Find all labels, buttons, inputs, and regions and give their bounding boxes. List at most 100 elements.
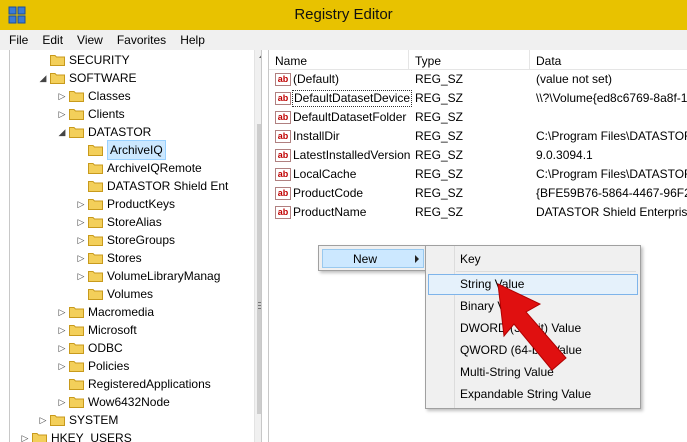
registry-tree[interactable]: ▷ HKEY_USERS ▷ SYSTEM ▷ Wow6432Node Registered… <box>9 50 262 442</box>
submenu-item[interactable]: Expandable String Value <box>428 384 638 405</box>
collapse-arrow-icon[interactable]: ◢ <box>38 69 48 87</box>
value-name: LatestInstalledVersion <box>293 148 411 162</box>
expand-arrow-icon[interactable]: ▷ <box>57 303 67 321</box>
tree-item-label: Classes <box>88 89 131 103</box>
tree-item-label: Microsoft <box>88 323 137 337</box>
tree-item-label: SOFTWARE <box>69 71 137 85</box>
expand-arrow-icon[interactable]: ▷ <box>57 357 67 375</box>
tree-item-label: DATASTOR <box>88 125 152 139</box>
list-row[interactable]: ab DefaultDatasetFolder REG_SZ <box>269 108 687 127</box>
collapse-arrow-icon[interactable]: ◢ <box>57 123 67 141</box>
expand-arrow-icon[interactable]: ▷ <box>76 267 86 285</box>
value-data: 9.0.3094.1 <box>536 148 593 162</box>
folder-icon <box>88 253 103 264</box>
menu-favorites[interactable]: Favorites <box>117 33 166 47</box>
expand-arrow-icon[interactable]: ▷ <box>38 411 48 429</box>
expand-arrow-icon[interactable]: ▷ <box>57 393 67 411</box>
folder-icon <box>69 325 84 336</box>
column-type[interactable]: Type <box>409 50 530 70</box>
context-menu-new[interactable]: New <box>322 249 424 268</box>
folder-icon <box>50 73 65 84</box>
expand-arrow-icon[interactable]: ▷ <box>76 195 86 213</box>
folder-icon <box>32 433 47 442</box>
tree-item-label: StoreGroups <box>107 233 176 247</box>
value-name: DefaultDatasetDevice <box>292 90 413 107</box>
string-value-icon: ab <box>275 130 291 143</box>
scroll-up-icon[interactable] <box>259 53 261 58</box>
folder-icon <box>88 145 103 156</box>
string-value-icon: ab <box>275 111 291 124</box>
folder-icon <box>69 91 84 102</box>
tree-item-label: Wow6432Node <box>88 395 170 409</box>
tree-item-label: Volumes <box>107 287 154 301</box>
list-row[interactable]: ab DefaultDatasetDevice REG_SZ \\?\Volume{e… <box>269 89 687 108</box>
tree-item-label: Macromedia <box>88 305 155 319</box>
column-data[interactable]: Data <box>530 50 687 70</box>
context-menu-new-label: New <box>353 252 378 266</box>
submenu-arrow-icon <box>415 255 419 263</box>
list-row[interactable]: ab ProductCode REG_SZ {BFE59B76-5864-4467-9… <box>269 184 687 203</box>
value-type: REG_SZ <box>415 110 464 124</box>
value-type: REG_SZ <box>415 72 464 86</box>
expand-arrow-icon[interactable]: ▷ <box>76 231 86 249</box>
string-value-icon: ab <box>275 187 291 200</box>
value-name: DefaultDatasetFolder <box>293 110 407 124</box>
folder-icon <box>50 55 65 66</box>
menu-view[interactable]: View <box>77 33 103 47</box>
folder-icon <box>69 127 84 138</box>
column-name[interactable]: Name <box>269 50 409 70</box>
value-type: REG_SZ <box>415 91 464 105</box>
tree-item-label: SECURITY <box>69 53 130 67</box>
value-name: (Default) <box>293 72 340 86</box>
expand-arrow-icon[interactable]: ▷ <box>20 429 30 442</box>
value-data: DATASTOR Shield Enterprise <box>536 205 687 219</box>
list-row[interactable]: ab InstallDir REG_SZ C:\Program Files\DATAS… <box>269 127 687 146</box>
submenu-item[interactable]: Key <box>428 249 638 270</box>
expand-arrow-icon[interactable]: ▷ <box>76 249 86 267</box>
value-type: REG_SZ <box>415 167 464 181</box>
submenu-item-label: Expandable String Value <box>460 387 592 401</box>
menu-edit[interactable]: Edit <box>42 33 63 47</box>
tree-item-label: Policies <box>88 359 130 373</box>
expand-arrow-icon[interactable]: ▷ <box>76 213 86 231</box>
value-name: ProductName <box>293 205 367 219</box>
tree-item-label: VolumeLibraryManag <box>107 269 221 283</box>
string-value-icon: ab <box>275 92 291 105</box>
string-value-icon: ab <box>275 206 291 219</box>
string-value-icon: ab <box>275 149 291 162</box>
folder-icon <box>88 181 103 192</box>
tree-item-label: ArchiveIQ <box>107 140 166 160</box>
list-row[interactable]: ab (Default) REG_SZ (value not set) <box>269 70 687 89</box>
folder-icon <box>88 217 103 228</box>
scrollbar-thumb[interactable] <box>257 124 261 414</box>
expand-arrow-icon[interactable]: ▷ <box>57 105 67 123</box>
expand-arrow-icon[interactable]: ▷ <box>57 339 67 357</box>
value-type: REG_SZ <box>415 129 464 143</box>
folder-icon <box>69 379 84 390</box>
title-bar: Registry Editor <box>0 0 687 30</box>
tree-item-label: Stores <box>107 251 142 265</box>
folder-icon <box>88 163 103 174</box>
list-row[interactable]: ab ProductName REG_SZ DATASTOR Shield Enter… <box>269 203 687 222</box>
tree-scrollbar[interactable] <box>254 50 261 442</box>
folder-icon <box>69 307 84 318</box>
expand-arrow-icon[interactable]: ▷ <box>57 87 67 105</box>
value-name: LocalCache <box>293 167 357 181</box>
submenu-item-label: Key <box>460 252 481 266</box>
tree-item-label: SYSTEM <box>69 413 119 427</box>
menu-file[interactable]: File <box>9 33 28 47</box>
list-row[interactable]: ab LatestInstalledVersion REG_SZ 9.0.3094.1 <box>269 146 687 165</box>
scrollbar-grip-icon <box>258 302 261 303</box>
tree-item-label: ProductKeys <box>107 197 176 211</box>
value-name: InstallDir <box>293 129 340 143</box>
folder-icon <box>88 289 103 300</box>
window-title: Registry Editor <box>294 6 393 23</box>
tree-item-label: StoreAlias <box>107 215 162 229</box>
expand-arrow-icon[interactable]: ▷ <box>57 321 67 339</box>
menu-help[interactable]: Help <box>180 33 205 47</box>
value-type: REG_SZ <box>415 148 464 162</box>
value-data: (value not set) <box>536 72 613 86</box>
folder-icon <box>69 361 84 372</box>
list-row[interactable]: ab LocalCache REG_SZ C:\Program Files\DATAS… <box>269 165 687 184</box>
value-data: C:\Program Files\DATASTOR <box>536 129 687 143</box>
